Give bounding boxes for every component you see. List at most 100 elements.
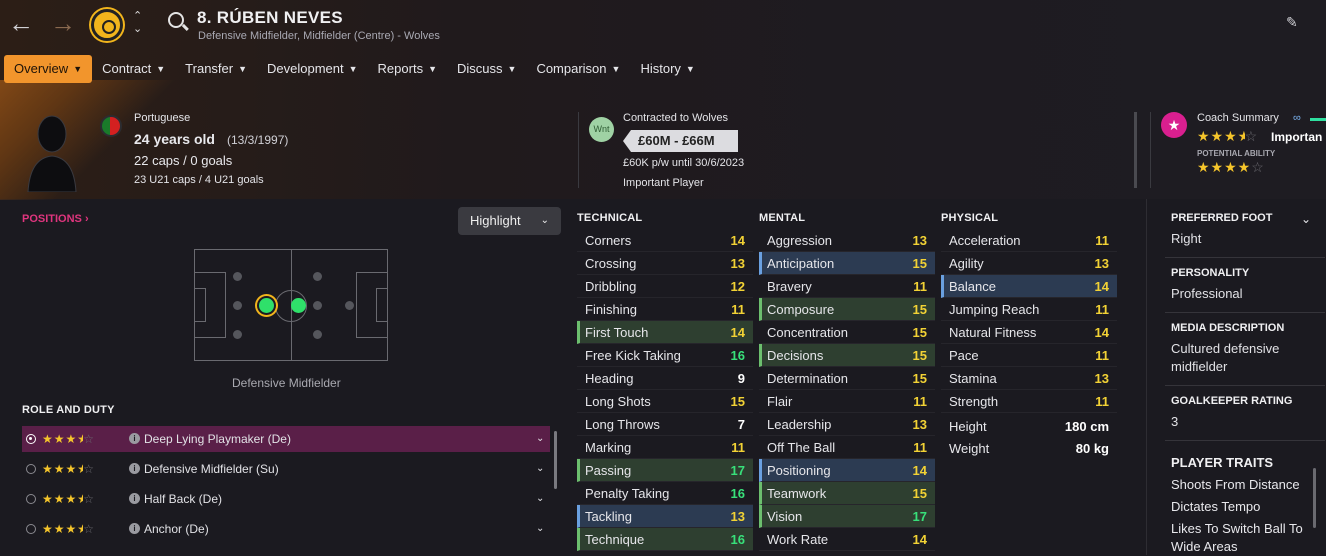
chevron-down-icon[interactable]: ⌄ xyxy=(536,426,544,452)
attribute-row[interactable]: Marking 11 xyxy=(577,436,753,459)
attribute-row[interactable]: Anticipation 15 xyxy=(759,252,935,275)
attribute-name: Heading xyxy=(585,371,634,386)
attribute-row[interactable]: Technique 16 xyxy=(577,528,753,551)
attribute-row[interactable]: Balance 14 xyxy=(941,275,1117,298)
attribute-row[interactable]: Stamina 13 xyxy=(941,367,1117,390)
chevron-down-icon[interactable]: ⌄ xyxy=(536,456,544,482)
attribute-row[interactable]: Decisions 15 xyxy=(759,344,935,367)
attribute-value: 13 xyxy=(730,509,745,524)
attribute-row[interactable]: Positioning 14 xyxy=(759,459,935,482)
tab-overview[interactable]: Overview ▼ xyxy=(4,55,93,83)
back-arrow-icon[interactable]: ← xyxy=(8,8,34,38)
edit-pencil-icon[interactable]: ✎ xyxy=(1286,14,1298,31)
attribute-name: Long Shots xyxy=(585,394,651,409)
attribute-row[interactable]: Off The Ball 11 xyxy=(759,436,935,459)
attribute-row[interactable]: Concentration 15 xyxy=(759,321,935,344)
attribute-value: 11 xyxy=(1095,394,1109,409)
position-dot xyxy=(313,272,322,281)
tab-comparison[interactable]: Comparison ▼ xyxy=(526,55,630,83)
attribute-value: 15 xyxy=(730,394,745,409)
tab-development[interactable]: Development ▼ xyxy=(257,55,368,83)
role-radio[interactable] xyxy=(26,464,36,474)
chevron-down-icon[interactable]: ⌄ xyxy=(536,486,544,512)
attribute-row[interactable]: Flair 11 xyxy=(759,390,935,413)
natural-position-dmc[interactable] xyxy=(259,298,274,313)
role-radio[interactable] xyxy=(26,524,36,534)
height-row: Height 180 cm xyxy=(949,419,1109,434)
divider xyxy=(1165,312,1325,313)
attribute-value: 16 xyxy=(730,486,745,501)
attribute-row[interactable]: Penalty Taking 16 xyxy=(577,482,753,505)
attribute-row[interactable]: Composure 15 xyxy=(759,298,935,321)
attribute-row[interactable]: Work Rate 14 xyxy=(759,528,935,551)
attribute-row[interactable]: Acceleration 11 xyxy=(941,229,1117,252)
role-row[interactable]: ★★★★☆ i Defensive Midfielder (Su) ⌄ xyxy=(22,456,550,482)
info-icon[interactable]: i xyxy=(129,493,140,504)
attribute-row[interactable]: Dribbling 12 xyxy=(577,275,753,298)
attribute-row[interactable]: Tackling 13 xyxy=(577,505,753,528)
binoculars-icon[interactable]: ∞ xyxy=(1293,112,1301,124)
roles-scrollbar[interactable] xyxy=(554,431,557,489)
attribute-row[interactable]: Bravery 11 xyxy=(759,275,935,298)
tab-transfer[interactable]: Transfer ▼ xyxy=(175,55,257,83)
role-stars: ★★★★☆ xyxy=(42,522,96,536)
current-ability-stars: ★★★★☆ xyxy=(1197,128,1259,144)
attribute-row[interactable]: Heading 9 xyxy=(577,367,753,390)
attribute-row[interactable]: Aggression 13 xyxy=(759,229,935,252)
role-row[interactable]: ★★★★☆ i Anchor (De) ⌄ xyxy=(22,516,550,542)
attribute-row[interactable]: Pace 11 xyxy=(941,344,1117,367)
search-icon[interactable] xyxy=(168,12,184,28)
attribute-name: Corners xyxy=(585,233,632,248)
coach-summary-title[interactable]: Coach Summary xyxy=(1197,112,1279,124)
attribute-row[interactable]: Long Shots 15 xyxy=(577,390,753,413)
role-row[interactable]: ★★★★☆ i Half Back (De) ⌄ xyxy=(22,486,550,512)
player-switch-icon[interactable]: ⌃ ⌄ xyxy=(133,10,142,36)
attribute-row[interactable]: Determination 15 xyxy=(759,367,935,390)
attribute-value: 14 xyxy=(1094,279,1109,294)
trait-item: Shoots From Distance xyxy=(1171,477,1300,492)
tab-history[interactable]: History ▼ xyxy=(630,55,704,83)
attribute-row[interactable]: Free Kick Taking 16 xyxy=(577,344,753,367)
natural-position-mc[interactable] xyxy=(291,298,306,313)
tab-reports[interactable]: Reports ▼ xyxy=(368,55,447,83)
attribute-row[interactable]: Natural Fitness 14 xyxy=(941,321,1117,344)
attribute-row[interactable]: Corners 14 xyxy=(577,229,753,252)
attribute-row[interactable]: Long Throws 7 xyxy=(577,413,753,436)
attribute-row[interactable]: Vision 17 xyxy=(759,505,935,528)
attribute-row[interactable]: Agility 13 xyxy=(941,252,1117,275)
attribute-row[interactable]: Strength 11 xyxy=(941,390,1117,413)
role-radio[interactable] xyxy=(26,494,36,504)
attribute-row[interactable]: Leadership 13 xyxy=(759,413,935,436)
nationality-flag-icon xyxy=(100,115,122,137)
attribute-row[interactable]: Passing 17 xyxy=(577,459,753,482)
info-icon[interactable]: i xyxy=(129,523,140,534)
tab-contract[interactable]: Contract ▼ xyxy=(92,55,175,83)
attribute-value: 7 xyxy=(737,417,745,432)
positions-link[interactable]: POSITIONS › xyxy=(22,213,89,225)
attribute-name: Agility xyxy=(949,256,984,271)
chevron-down-icon[interactable]: ⌄ xyxy=(1301,212,1311,226)
role-radio[interactable] xyxy=(26,434,36,444)
attribute-row[interactable]: First Touch 14 xyxy=(577,321,753,344)
sidebar-scrollbar[interactable] xyxy=(1313,468,1316,528)
info-icon[interactable]: i xyxy=(129,463,140,474)
mental-attributes: Aggression 13 Anticipation 15 Bravery 11 Compo… xyxy=(759,229,935,551)
attribute-row[interactable]: Jumping Reach 11 xyxy=(941,298,1117,321)
highlight-dropdown[interactable]: Highlight ⌄ xyxy=(458,207,561,235)
forward-arrow-icon[interactable]: → xyxy=(50,8,76,38)
role-row[interactable]: ★★★★☆ i Deep Lying Playmaker (De) ⌄ xyxy=(22,426,550,452)
attribute-row[interactable]: Crossing 13 xyxy=(577,252,753,275)
club-badge-icon[interactable] xyxy=(91,9,123,41)
attribute-row[interactable]: Teamwork 15 xyxy=(759,482,935,505)
role-name: Half Back (De) xyxy=(144,492,223,506)
chevron-down-icon[interactable]: ⌄ xyxy=(536,516,544,542)
media-description-label: MEDIA DESCRIPTION xyxy=(1171,322,1285,334)
divider xyxy=(1165,440,1325,441)
attribute-value: 11 xyxy=(913,394,927,409)
wage-info: £60K p/w until 30/6/2023 xyxy=(623,157,745,169)
info-icon[interactable]: i xyxy=(129,433,140,444)
attribute-name: Tackling xyxy=(585,509,632,524)
attribute-row[interactable]: Finishing 11 xyxy=(577,298,753,321)
tab-discuss[interactable]: Discuss ▼ xyxy=(447,55,526,83)
transfer-value[interactable]: £60M - £66M xyxy=(623,130,738,152)
